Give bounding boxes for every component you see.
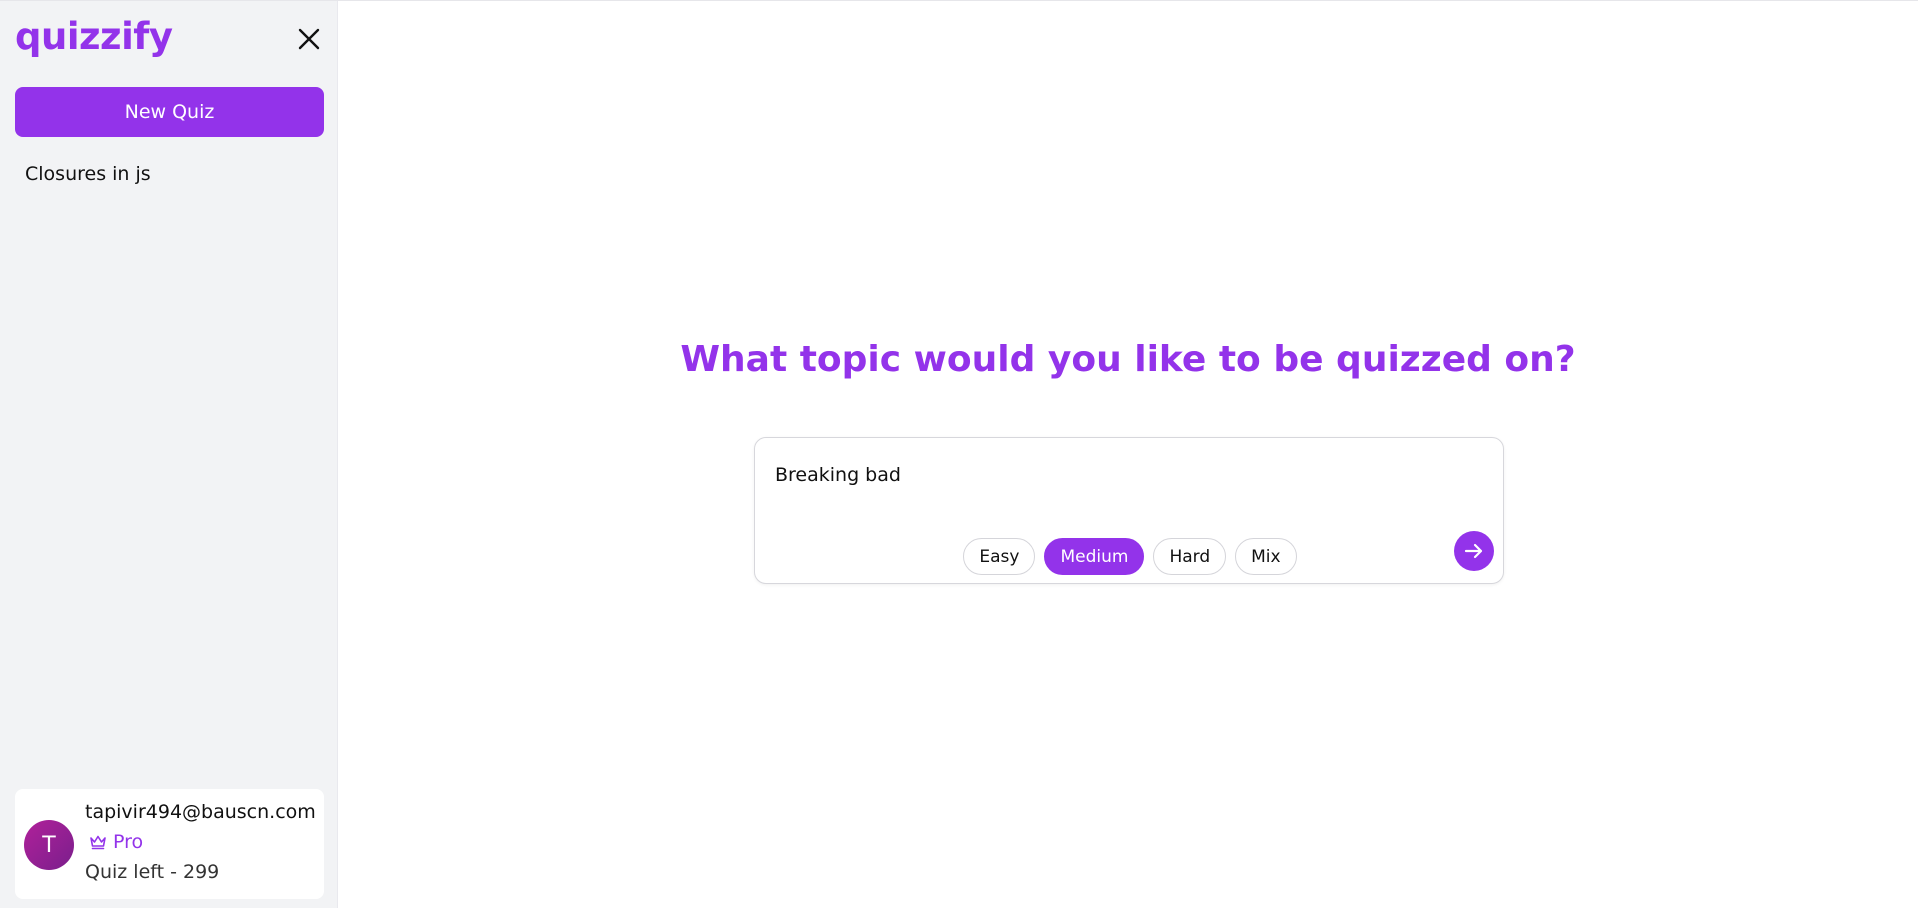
- difficulty-selector: Easy Medium Hard Mix: [755, 538, 1505, 575]
- close-icon: [298, 28, 320, 50]
- difficulty-medium-button[interactable]: Medium: [1044, 538, 1145, 575]
- arrow-right-icon: [1464, 543, 1483, 559]
- user-card: T tapivir494@bauscn.com Pro Quiz left - …: [15, 789, 324, 899]
- submit-button[interactable]: [1454, 531, 1494, 571]
- user-email: tapivir494@bauscn.com: [85, 801, 316, 823]
- difficulty-easy-button[interactable]: Easy: [963, 538, 1036, 575]
- quiz-quota: Quiz left - 299: [85, 861, 220, 883]
- avatar: T: [24, 820, 74, 870]
- page-title: What topic would you like to be quizzed …: [680, 339, 1576, 380]
- close-sidebar-button[interactable]: [293, 23, 325, 55]
- topic-input[interactable]: [775, 460, 1375, 490]
- quiz-composer: Easy Medium Hard Mix: [754, 437, 1504, 584]
- difficulty-hard-button[interactable]: Hard: [1153, 538, 1227, 575]
- plan-label: Pro: [113, 831, 144, 853]
- difficulty-mix-button[interactable]: Mix: [1235, 538, 1297, 575]
- app-logo: quizzify: [15, 15, 173, 58]
- app-root: quizzify New Quiz Closures in js T tapiv…: [0, 0, 1918, 908]
- crown-icon: [90, 835, 106, 850]
- plan-badge: Pro: [89, 831, 143, 853]
- sidebar: quizzify New Quiz Closures in js T tapiv…: [0, 1, 338, 908]
- new-quiz-button[interactable]: New Quiz: [15, 87, 324, 137]
- history-item[interactable]: Closures in js: [25, 163, 151, 185]
- main-area: What topic would you like to be quizzed …: [338, 1, 1918, 908]
